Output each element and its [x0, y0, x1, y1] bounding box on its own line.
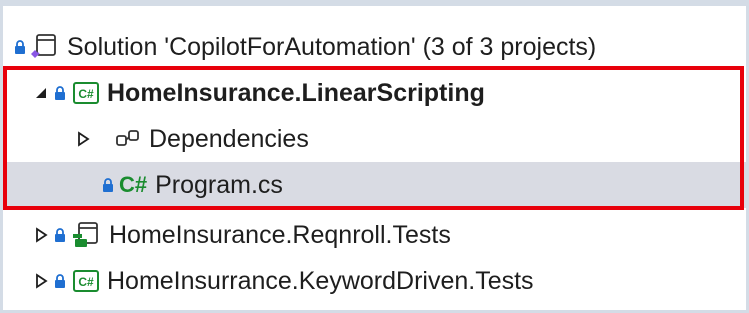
collapsed-chevron-icon[interactable] — [29, 223, 53, 247]
collapsed-chevron-icon[interactable] — [71, 127, 95, 151]
csharp-file-icon: C# — [119, 172, 148, 197]
solution-explorer-panel: Solution 'CopilotForAutomation' (3 of 3 … — [0, 0, 749, 313]
test-project-icon — [71, 220, 101, 250]
lock-icon — [53, 225, 67, 245]
solution-label: Solution 'CopilotForAutomation' (3 of 3 … — [67, 32, 597, 61]
project-row-linear-scripting[interactable]: C# HomeInsurance.LinearScripting — [3, 70, 746, 116]
project-label: HomeInsurance.LinearScripting — [107, 78, 485, 107]
csharp-project-icon: C# — [73, 82, 99, 104]
program-file-row[interactable]: C# Program.cs — [3, 162, 746, 208]
lock-icon — [53, 271, 67, 291]
svg-text:C#: C# — [78, 87, 94, 101]
solution-row[interactable]: Solution 'CopilotForAutomation' (3 of 3 … — [3, 24, 746, 70]
project-label: HomeInsurrance.KeywordDriven.Tests — [107, 266, 534, 295]
expanded-chevron-icon[interactable] — [29, 81, 53, 105]
lock-icon — [13, 37, 27, 57]
solution-icon — [29, 32, 59, 62]
program-file-label: Program.cs — [155, 170, 283, 199]
project-row-reqnroll-tests[interactable]: HomeInsurance.Reqnroll.Tests — [3, 212, 746, 258]
lock-icon — [53, 83, 67, 103]
dependencies-row[interactable]: Dependencies — [3, 116, 746, 162]
collapsed-chevron-icon[interactable] — [29, 269, 53, 293]
project-row-keyword-driven-tests[interactable]: C# HomeInsurrance.KeywordDriven.Tests — [3, 258, 746, 304]
csharp-project-icon: C# — [73, 270, 99, 292]
lock-icon — [101, 175, 115, 195]
dependencies-label: Dependencies — [149, 124, 309, 153]
dependencies-icon — [115, 128, 141, 150]
svg-text:C#: C# — [78, 275, 94, 289]
project-label: HomeInsurance.Reqnroll.Tests — [109, 220, 451, 249]
